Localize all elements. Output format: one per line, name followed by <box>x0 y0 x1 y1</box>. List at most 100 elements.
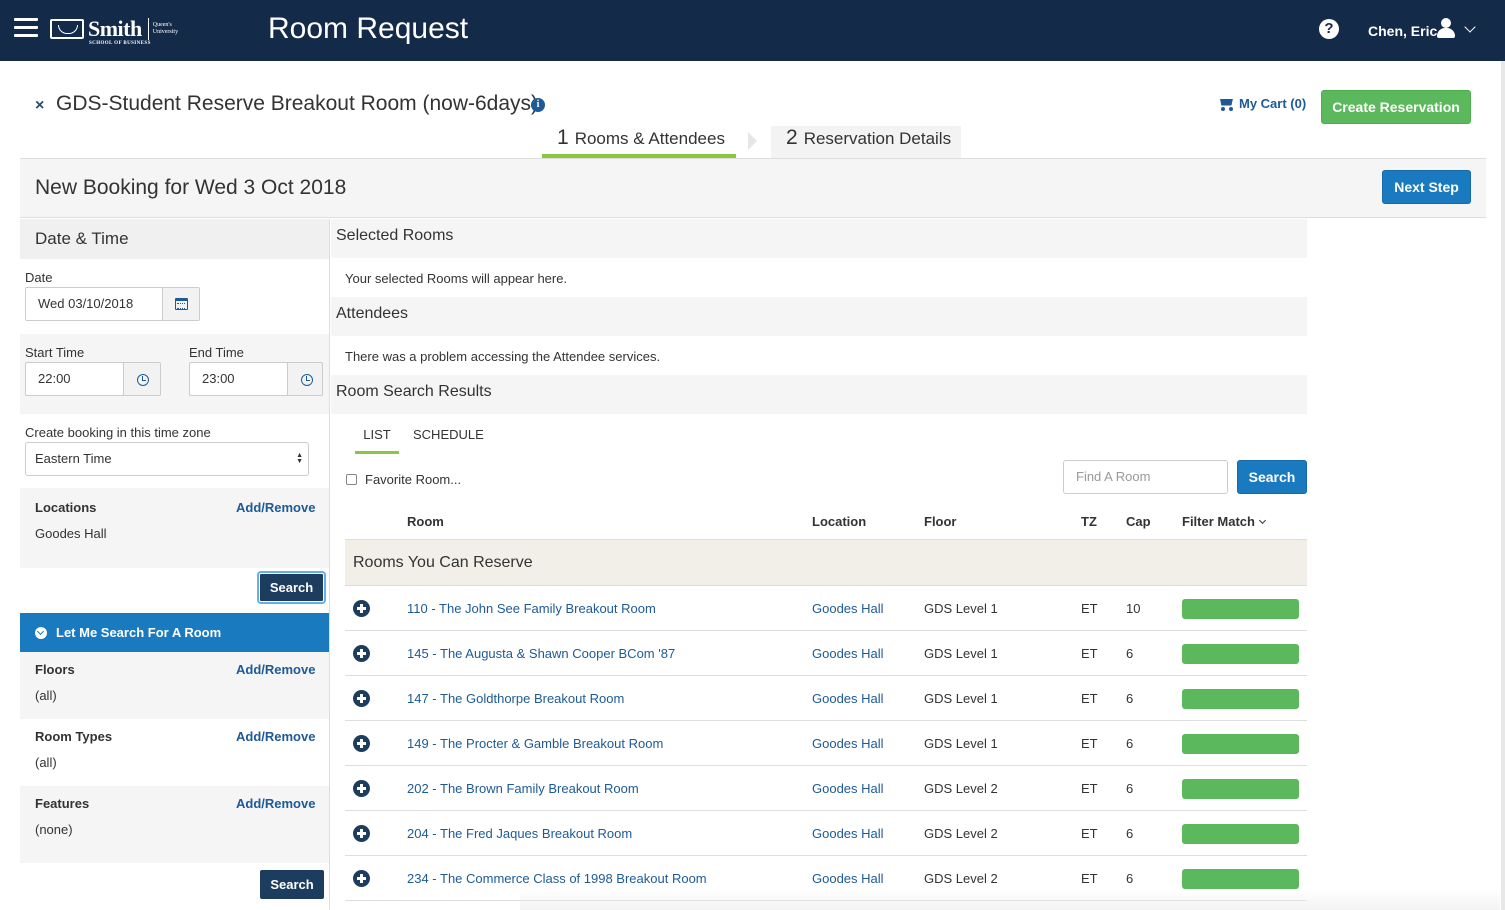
filter-match-fill <box>1182 779 1299 799</box>
next-step-button[interactable]: Next Step <box>1382 170 1471 204</box>
calendar-icon <box>175 298 188 310</box>
top-nav-bar: Smith SCHOOL OF BUSINESS Queen's Univers… <box>0 0 1505 61</box>
end-time-input[interactable]: 23:00 <box>189 362 288 396</box>
filter-match-fill <box>1182 644 1299 664</box>
column-header-tz[interactable]: TZ <box>1081 514 1097 529</box>
filter-match-bar <box>1182 734 1299 754</box>
crest-icon <box>50 19 84 39</box>
filter-match-bar <box>1182 644 1299 664</box>
booking-bar: New Booking for Wed 3 Oct 2018 Next Step <box>20 158 1486 218</box>
date-input[interactable]: Wed 03/10/2018 <box>25 287 163 321</box>
column-header-filter-match[interactable]: Filter Match <box>1182 514 1267 529</box>
room-link[interactable]: 110 - The John See Family Breakout Room <box>407 601 656 616</box>
tz-cell: ET <box>1081 691 1098 706</box>
location-link[interactable]: Goodes Hall <box>812 736 884 751</box>
room-link[interactable]: 202 - The Brown Family Breakout Room <box>407 781 639 796</box>
end-time-picker[interactable] <box>287 362 323 396</box>
filter-match-bar <box>1182 599 1299 619</box>
location-link[interactable]: Goodes Hall <box>812 781 884 796</box>
close-icon[interactable]: × <box>35 97 44 115</box>
end-time-label: End Time <box>189 345 244 360</box>
room-types-add-remove-link[interactable]: Add/Remove <box>236 729 315 744</box>
cap-cell: 6 <box>1126 646 1134 661</box>
scrollbar-track[interactable] <box>1501 61 1505 910</box>
room-link[interactable]: 149 - The Procter & Gamble Breakout Room <box>407 736 663 751</box>
clock-icon <box>301 374 313 386</box>
user-name[interactable]: Chen, Eric <box>1368 23 1437 39</box>
add-room-icon[interactable] <box>353 870 370 887</box>
clock-icon <box>137 374 149 386</box>
my-cart-link[interactable]: My Cart (0) <box>1218 96 1306 111</box>
add-room-icon[interactable] <box>353 735 370 752</box>
find-room-search-button[interactable]: Search <box>1237 460 1307 494</box>
tab-list[interactable]: LIST <box>355 427 399 454</box>
tz-cell: ET <box>1081 781 1098 796</box>
room-link[interactable]: 204 - The Fred Jaques Breakout Room <box>407 826 632 841</box>
search-button-2[interactable]: Search <box>260 870 324 899</box>
selected-rooms-text: Your selected Rooms will appear here. <box>345 271 568 286</box>
table-row: 204 - The Fred Jaques Breakout Room Goode… <box>345 811 1307 856</box>
step-reservation-details[interactable]: 2 Reservation Details <box>771 126 961 158</box>
table-row: 147 - The Goldthorpe Breakout Room Goodes… <box>345 676 1307 721</box>
search-button[interactable]: Search <box>259 573 324 602</box>
filter-match-fill <box>1182 599 1299 619</box>
floor-cell: GDS Level 1 <box>924 646 998 661</box>
location-link[interactable]: Goodes Hall <box>812 646 884 661</box>
column-header-floor[interactable]: Floor <box>924 514 957 529</box>
filter-match-fill <box>1182 689 1299 709</box>
filter-match-fill <box>1182 824 1299 844</box>
table-row: 145 - The Augusta & Shawn Cooper BCom '8… <box>345 631 1307 676</box>
locations-add-remove-link[interactable]: Add/Remove <box>236 500 315 515</box>
chevron-down-icon[interactable] <box>1464 21 1476 33</box>
calendar-button[interactable] <box>162 287 200 321</box>
add-room-icon[interactable] <box>353 645 370 662</box>
location-link[interactable]: Goodes Hall <box>812 691 884 706</box>
floor-cell: GDS Level 1 <box>924 691 998 706</box>
location-link[interactable]: Goodes Hall <box>812 871 884 886</box>
tz-cell: ET <box>1081 736 1098 751</box>
room-link[interactable]: 234 - The Commerce Class of 1998 Breakou… <box>407 871 707 886</box>
start-time-input[interactable]: 22:00 <box>25 362 124 396</box>
features-add-remove-link[interactable]: Add/Remove <box>236 796 315 811</box>
floor-cell: GDS Level 2 <box>924 871 998 886</box>
tab-schedule[interactable]: SCHEDULE <box>413 427 484 442</box>
column-header-room[interactable]: Room <box>407 514 444 529</box>
booking-title: New Booking for Wed 3 Oct 2018 <box>35 176 347 199</box>
room-link[interactable]: 145 - The Augusta & Shawn Cooper BCom '8… <box>407 646 675 661</box>
favorite-room-checkbox[interactable] <box>346 474 357 485</box>
features-label: Features <box>35 796 90 811</box>
timezone-label: Create booking in this time zone <box>25 425 211 440</box>
hamburger-menu-icon[interactable] <box>14 18 38 38</box>
table-row: 110 - The John See Family Breakout Room G… <box>345 586 1307 631</box>
add-room-icon[interactable] <box>353 780 370 797</box>
add-room-icon[interactable] <box>353 825 370 842</box>
room-link[interactable]: 147 - The Goldthorpe Breakout Room <box>407 691 624 706</box>
locations-value: Goodes Hall <box>35 526 107 541</box>
tz-cell: ET <box>1081 871 1098 886</box>
cap-cell: 6 <box>1126 736 1134 751</box>
location-link[interactable]: Goodes Hall <box>812 601 884 616</box>
room-search-results-heading: Room Search Results <box>331 375 1307 414</box>
step-rooms-attendees[interactable]: 1 Rooms & Attendees <box>542 126 736 158</box>
logo-wordmark: Smith SCHOOL OF BUSINESS <box>88 16 151 47</box>
info-icon[interactable]: i <box>531 98 545 112</box>
group-header: Rooms You Can Reserve <box>345 539 1307 586</box>
help-icon[interactable]: ? <box>1319 19 1339 39</box>
find-room-input[interactable]: Find A Room <box>1063 460 1228 494</box>
let-me-search-toggle[interactable]: Let Me Search For A Room <box>20 613 329 652</box>
column-header-cap[interactable]: Cap <box>1126 514 1151 529</box>
add-room-icon[interactable] <box>353 600 370 617</box>
column-header-location[interactable]: Location <box>812 514 866 529</box>
add-room-icon[interactable] <box>353 690 370 707</box>
chevron-down-icon <box>1258 516 1267 525</box>
location-link[interactable]: Goodes Hall <box>812 826 884 841</box>
floors-add-remove-link[interactable]: Add/Remove <box>236 662 315 677</box>
app-title: Room Request <box>268 12 469 45</box>
smith-logo[interactable]: Smith SCHOOL OF BUSINESS Queen's Univers… <box>50 14 181 47</box>
create-reservation-button[interactable]: Create Reservation <box>1321 90 1471 124</box>
user-icon[interactable] <box>1437 18 1455 38</box>
step-arrow-icon <box>748 132 757 150</box>
start-time-picker[interactable] <box>123 362 161 396</box>
timezone-select[interactable]: Eastern Time ▲ ▼ <box>25 442 309 476</box>
filter-match-bar <box>1182 689 1299 709</box>
